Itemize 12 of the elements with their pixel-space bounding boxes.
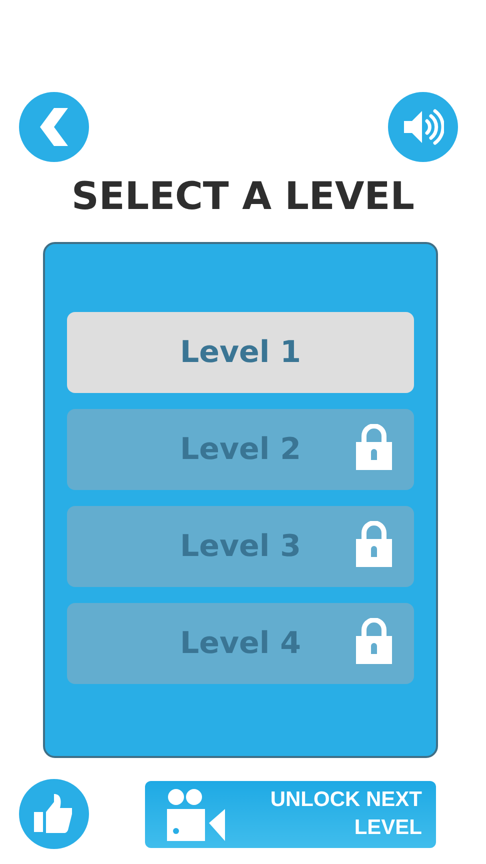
speaker-icon [402, 108, 444, 146]
lock-icon [356, 521, 392, 567]
level-button[interactable]: Level 2 [67, 409, 414, 490]
screen-title: SELECT A LEVEL [70, 173, 416, 220]
thumbs-up-icon [34, 794, 74, 834]
level-button[interactable]: Level 1 [67, 312, 414, 393]
level-button[interactable]: Level 3 [67, 506, 414, 587]
lock-icon [356, 618, 392, 664]
video-camera-icon [167, 787, 225, 841]
unlock-next-level-button[interactable]: UNLOCK NEXT LEVEL [145, 780, 436, 848]
level-button[interactable]: Level 4 [67, 603, 414, 684]
lock-icon [356, 424, 392, 470]
